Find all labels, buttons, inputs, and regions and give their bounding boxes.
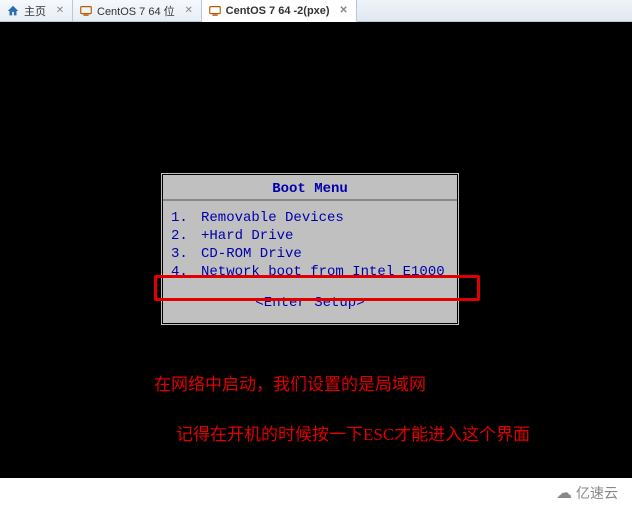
annotation-text-2: 记得在开机的时候按一下ESC才能进入这个界面 (176, 420, 530, 445)
tab-label: 主页 (24, 3, 46, 19)
home-icon (6, 4, 20, 18)
tab-label: CentOS 7 64 位 (97, 3, 175, 19)
bios-menu-item[interactable]: 2. +Hard Drive (169, 227, 451, 245)
vm-console-screen[interactable]: Boot Menu 1. Removable Devices 2. +Hard … (0, 22, 632, 478)
tab-label: CentOS 7 64 -2(pxe) (226, 5, 330, 17)
bios-menu-item-selected[interactable]: 4. Network boot from Intel E1000 (169, 263, 451, 281)
vm-icon (79, 4, 93, 18)
item-number: 3. (171, 246, 201, 262)
close-icon[interactable]: ✕ (54, 5, 66, 17)
tab-vm-1[interactable]: CentOS 7 64 位 ✕ (73, 0, 202, 21)
watermark-text: 亿速云 (576, 483, 618, 503)
item-number: 1. (171, 210, 201, 226)
tab-bar: 主页 ✕ CentOS 7 64 位 ✕ CentOS 7 64 -2(pxe)… (0, 0, 632, 22)
bios-menu-item[interactable]: 1. Removable Devices (169, 209, 451, 227)
item-label: CD-ROM Drive (201, 246, 302, 262)
item-number: 2. (171, 228, 201, 244)
close-icon[interactable]: ✕ (183, 5, 195, 17)
bios-boot-menu: Boot Menu 1. Removable Devices 2. +Hard … (160, 172, 460, 326)
cloud-icon: ☁ (556, 483, 572, 503)
item-number: 4. (171, 264, 201, 280)
bios-menu-list: 1. Removable Devices 2. +Hard Drive 3. C… (163, 201, 457, 285)
watermark: ☁ 亿速云 (548, 481, 626, 505)
close-icon[interactable]: ✕ (338, 5, 350, 17)
bios-menu-title: Boot Menu (163, 175, 457, 201)
annotation-text-1: 在网络中启动，我们设置的是局域网 (154, 370, 426, 395)
bios-enter-setup[interactable]: <Enter Setup> (163, 285, 457, 323)
item-label: Removable Devices (201, 210, 344, 226)
vm-icon (208, 4, 222, 18)
bios-menu-item[interactable]: 3. CD-ROM Drive (169, 245, 451, 263)
item-label: Network boot from Intel E1000 (201, 264, 445, 280)
tab-home[interactable]: 主页 ✕ (0, 0, 73, 21)
tab-vm-2-active[interactable]: CentOS 7 64 -2(pxe) ✕ (202, 0, 357, 22)
item-label: +Hard Drive (201, 228, 293, 244)
